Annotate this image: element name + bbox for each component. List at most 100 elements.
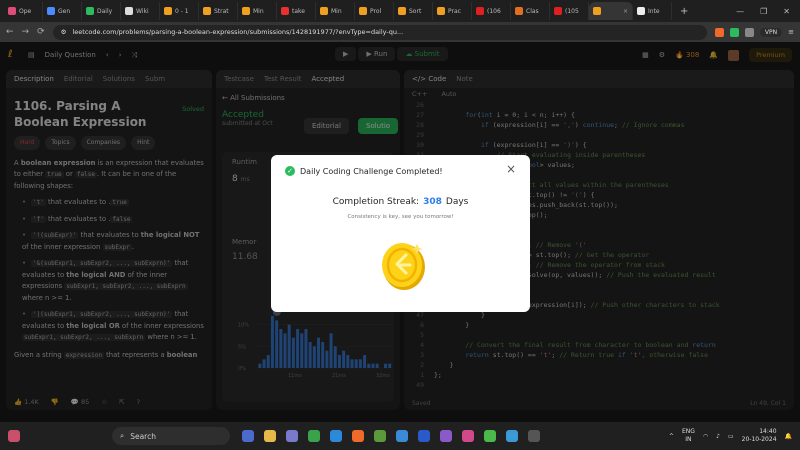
address-bar-row: ← → ⟳ ⚙ leetcode.com/problems/parsing-a-…: [0, 22, 800, 42]
back-icon[interactable]: ←: [6, 27, 14, 37]
tab-favicon-icon: [398, 7, 406, 15]
browser-tab-label: (106: [487, 7, 501, 15]
browser-tab[interactable]: Gen: [43, 2, 82, 20]
search-icon: ⌕: [120, 431, 125, 440]
browser-tab-label: take: [292, 7, 305, 15]
tab-favicon-icon: [125, 7, 133, 15]
browser-tab[interactable]: Prol: [355, 2, 394, 20]
word-icon[interactable]: [418, 430, 430, 442]
completion-streak: Completion Streak: 308 Days: [271, 197, 530, 207]
browser-tab[interactable]: Strat: [199, 2, 238, 20]
modal-subtitle: Consistency is key, see you tomorrow!: [347, 214, 454, 220]
app-icon[interactable]: [396, 430, 408, 442]
language-code: ENG: [681, 428, 695, 435]
browser-tab-label: Inte: [648, 7, 660, 15]
modal-header: ✓ Daily Coding Challenge Completed!: [285, 166, 443, 176]
tab-favicon-icon: [437, 7, 445, 15]
streak-label: Completion Streak:: [332, 197, 420, 207]
tab-favicon-icon: [476, 7, 484, 15]
app-icon[interactable]: [286, 430, 298, 442]
browser-tab-label: Min: [253, 7, 264, 15]
vscode-icon[interactable]: [330, 430, 342, 442]
browser-tab-label: Clas: [526, 7, 539, 15]
close-window-icon[interactable]: ✕: [783, 7, 790, 16]
browser-tab-label: Min: [331, 7, 342, 15]
app-icon[interactable]: [374, 430, 386, 442]
forward-icon[interactable]: →: [22, 27, 30, 37]
taskbar-search[interactable]: ⌕ Search: [112, 427, 230, 445]
url-bar[interactable]: ⚙ leetcode.com/problems/parsing-a-boolea…: [52, 24, 707, 40]
chrome-icon[interactable]: [484, 430, 496, 442]
brave-shield-icon[interactable]: [714, 27, 724, 37]
notification-icon[interactable]: 🔔: [785, 433, 792, 440]
region-code: IN: [685, 436, 692, 443]
browser-tab[interactable]: Prac: [433, 2, 472, 20]
browser-tab[interactable]: Min: [238, 2, 277, 20]
browser-tab-label: Prac: [448, 7, 461, 15]
tab-favicon-icon: [320, 7, 328, 15]
browser-tab[interactable]: Min: [316, 2, 355, 20]
browser-tab-label: Wiki: [136, 7, 149, 15]
taskbar-apps: [242, 430, 540, 442]
browser-tab[interactable]: (105: [550, 2, 589, 20]
minimize-icon[interactable]: —: [736, 7, 744, 16]
window-controls: — ❐ ✕: [736, 7, 800, 16]
extension-icon[interactable]: [729, 27, 739, 37]
browser-tab[interactable]: Sort: [394, 2, 433, 20]
app-icon[interactable]: [308, 430, 320, 442]
tab-favicon-icon: [47, 7, 55, 15]
app-icon[interactable]: [462, 430, 474, 442]
browser-tab-label: (105: [565, 7, 579, 15]
browser-tab[interactable]: Clas: [511, 2, 550, 20]
browser-tab[interactable]: ×: [589, 2, 633, 20]
tab-favicon-icon: [637, 7, 645, 15]
tray-chevron-icon[interactable]: ^: [669, 433, 674, 440]
volume-icon[interactable]: ♪: [716, 433, 720, 440]
browser-tab-label: Daily: [97, 7, 113, 15]
clock[interactable]: 14:40 20-10-2024: [742, 428, 777, 444]
wifi-icon[interactable]: ◠: [703, 433, 708, 440]
streak-number: 308: [423, 197, 442, 207]
widgets-icon[interactable]: [8, 430, 20, 442]
task-view-icon[interactable]: [242, 430, 254, 442]
tab-favicon-icon: [8, 7, 16, 15]
tab-favicon-icon: [203, 7, 211, 15]
maximize-icon[interactable]: ❐: [760, 7, 767, 16]
browser-tab[interactable]: (106: [472, 2, 511, 20]
browser-tab-label: Prol: [370, 7, 382, 15]
browser-tab[interactable]: take: [277, 2, 316, 20]
search-label: Search: [130, 431, 156, 441]
file-explorer-icon[interactable]: [264, 430, 276, 442]
battery-icon[interactable]: ▭: [728, 433, 734, 440]
sidebar-icon[interactable]: [744, 27, 754, 37]
browser-tab-strip: Ope Gen Daily Wiki 0 - 1 Strat Min take Min Prol S…: [0, 0, 800, 22]
clock-time: 14:40: [759, 428, 777, 435]
tab-favicon-icon: [164, 7, 172, 15]
close-icon[interactable]: ×: [506, 162, 516, 176]
browser-tab[interactable]: 0 - 1: [160, 2, 199, 20]
reload-icon[interactable]: ⟳: [37, 27, 45, 37]
tab-favicon-icon: [515, 7, 523, 15]
success-check-icon: ✓: [285, 166, 295, 176]
browser-tab-label: Ope: [19, 7, 32, 15]
browser-tab[interactable]: Ope: [4, 2, 43, 20]
app-icon[interactable]: [440, 430, 452, 442]
site-info-icon[interactable]: ⚙: [61, 28, 67, 36]
system-tray: ^ ENG IN ◠ ♪ ▭ 14:40 20-10-2024 🔔: [669, 428, 792, 444]
language-indicator[interactable]: ENG IN: [682, 428, 695, 444]
close-tab-icon[interactable]: ×: [623, 8, 628, 15]
menu-icon[interactable]: ≡: [788, 28, 794, 36]
browser-tab[interactable]: Inte: [633, 2, 672, 20]
browser-tab[interactable]: Wiki: [121, 2, 160, 20]
vpn-button[interactable]: VPN: [759, 27, 783, 37]
terminal-icon[interactable]: [528, 430, 540, 442]
browser-tab-label: 0 - 1: [175, 7, 189, 15]
tab-favicon-icon: [86, 7, 94, 15]
modal-title: Daily Coding Challenge Completed!: [300, 166, 443, 176]
streak-unit: Days: [445, 197, 469, 207]
new-tab-button[interactable]: +: [680, 6, 688, 17]
tab-favicon-icon: [359, 7, 367, 15]
brave-icon[interactable]: [352, 430, 364, 442]
edge-icon[interactable]: [506, 430, 518, 442]
browser-tab[interactable]: Daily: [82, 2, 121, 20]
